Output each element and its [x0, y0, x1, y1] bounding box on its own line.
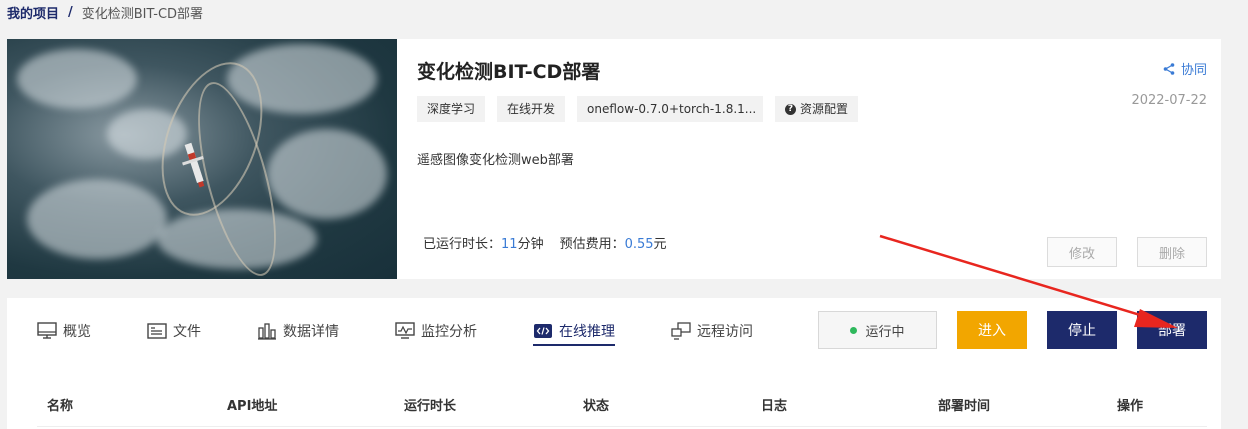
project-tags: 深度学习 在线开发 oneflow-0.7.0+torch-1.8.1... ?… [417, 96, 859, 122]
tab-online-inference-label: 在线推理 [559, 324, 615, 340]
tab-overview[interactable]: 概览 [37, 318, 91, 344]
status-label: 运行中 [865, 324, 905, 340]
project-thumbnail [7, 39, 397, 279]
cost: 预估费用：0.55元 [560, 233, 667, 252]
remote-icon [671, 322, 691, 340]
runtime-value: 11 [501, 237, 518, 252]
share-icon [1163, 62, 1175, 75]
deploy-button[interactable]: 部署 [1137, 311, 1207, 349]
tab-monitoring-label: 监控分析 [421, 324, 477, 340]
run-info: 已运行时长：11分钟 预估费用：0.55元 [423, 233, 667, 252]
column-runtime: 运行时长 [404, 399, 457, 414]
tab-online-inference[interactable]: 在线推理 [533, 318, 615, 346]
cost-label: 预估费用： [559, 237, 625, 252]
status-dot [850, 326, 858, 334]
column-name: 名称 [47, 399, 74, 414]
stop-button[interactable]: 停止 [1047, 311, 1117, 349]
collab-label: 协同 [1180, 63, 1207, 78]
deployment-table: 名称 API地址 运行时长 状态 日志 部署时间 操作 [7, 358, 1221, 429]
tab-bar: 概览 文件 数据详情 监控分析 在线推理 远程访问 运行中 进入 停止 部署 [7, 298, 1221, 358]
resource-config-label: 资源配置 [800, 102, 849, 116]
tag-framework: oneflow-0.7.0+torch-1.8.1... [577, 96, 764, 122]
question-icon: ? [785, 103, 797, 115]
column-api-address: API地址 [227, 399, 278, 414]
resource-config-tag[interactable]: ? 资源配置 [775, 96, 859, 122]
delete-button[interactable]: 删除 [1137, 237, 1207, 267]
tag-mode: 在线开发 [497, 96, 566, 122]
table-header: 名称 API地址 运行时长 状态 日志 部署时间 操作 [37, 358, 1207, 427]
monitor-icon [37, 322, 57, 339]
enter-button[interactable]: 进入 [957, 311, 1027, 349]
file-icon [147, 323, 167, 339]
runtime-unit: 分钟 [517, 237, 544, 252]
column-deploy-time: 部署时间 [938, 399, 991, 414]
project-date: 2022-07-22 [1131, 93, 1207, 108]
column-actions: 操作 [1117, 399, 1144, 414]
tab-monitoring[interactable]: 监控分析 [395, 318, 477, 344]
column-log: 日志 [761, 399, 788, 414]
bar-chart-icon [258, 323, 276, 340]
tabs: 概览 文件 数据详情 监控分析 在线推理 远程访问 [37, 318, 809, 346]
cost-unit: 元 [653, 237, 667, 252]
project-description: 遥感图像变化检测web部署 [417, 153, 574, 168]
tab-remote-access[interactable]: 远程访问 [671, 318, 753, 344]
monitor-wave-icon [395, 322, 415, 339]
breadcrumb-separator: / [68, 4, 73, 20]
project-title: 变化检测BIT-CD部署 [417, 61, 601, 83]
tab-files-label: 文件 [173, 324, 201, 340]
tab-overview-label: 概览 [63, 324, 91, 340]
tab-data-details-label: 数据详情 [283, 324, 339, 340]
code-icon [534, 324, 552, 338]
cost-value: 0.55 [624, 237, 654, 252]
tag-category: 深度学习 [417, 96, 486, 122]
edit-button[interactable]: 修改 [1047, 237, 1117, 267]
status-indicator: 运行中 [818, 311, 937, 349]
project-card: 变化检测BIT-CD部署 深度学习 在线开发 oneflow-0.7.0+tor… [7, 39, 1221, 279]
collab-button[interactable]: 协同 [1163, 59, 1207, 78]
breadcrumb-current: 变化检测BIT-CD部署 [81, 6, 204, 22]
tab-data-details[interactable]: 数据详情 [257, 318, 339, 344]
tab-remote-access-label: 远程访问 [697, 324, 753, 340]
column-status: 状态 [583, 399, 610, 414]
runtime: 已运行时长：11分钟 [423, 233, 544, 252]
tab-files[interactable]: 文件 [147, 318, 201, 344]
breadcrumb: 我的项目 / 变化检测BIT-CD部署 [7, 3, 204, 22]
breadcrumb-root-link[interactable]: 我的项目 [7, 3, 59, 22]
runtime-label: 已运行时长： [423, 237, 502, 252]
